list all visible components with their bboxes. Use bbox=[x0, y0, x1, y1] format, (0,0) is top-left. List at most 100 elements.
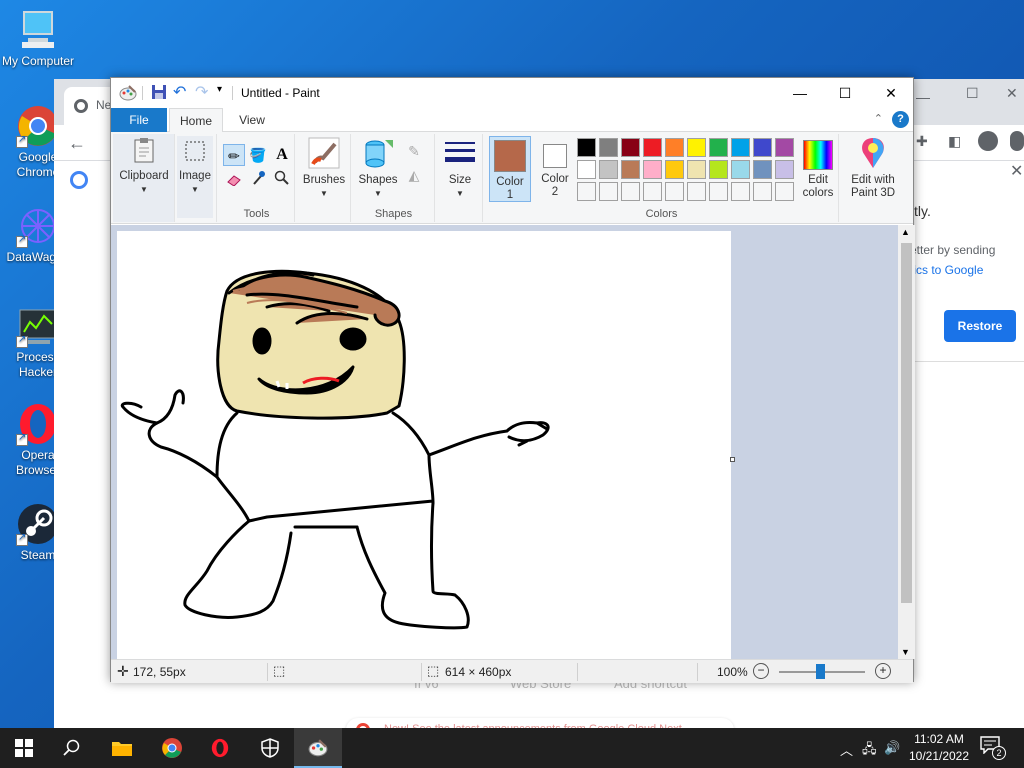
palette-swatch[interactable] bbox=[577, 138, 596, 157]
palette-swatch[interactable] bbox=[643, 138, 662, 157]
palette-swatch[interactable] bbox=[577, 182, 596, 201]
shortcut-arrow-icon bbox=[16, 532, 28, 546]
palette-swatch[interactable] bbox=[731, 160, 750, 179]
scroll-down-arrow-icon[interactable]: ▼ bbox=[901, 647, 910, 657]
colors-group-label: Colors bbox=[645, 208, 678, 220]
zoom-slider-thumb[interactable] bbox=[816, 664, 825, 679]
color1-button[interactable]: Color 1 bbox=[489, 136, 531, 202]
taskbar-file-explorer[interactable] bbox=[98, 728, 146, 768]
paint-window[interactable]: ↶ ↷ ▾ Untitled - Paint — ☐ ✕ File Home V… bbox=[110, 77, 915, 683]
restore-button[interactable]: Restore bbox=[944, 310, 1016, 342]
chrome-dialog-close-icon[interactable]: ✕ bbox=[1010, 161, 1023, 181]
palette-swatch[interactable] bbox=[665, 138, 684, 157]
paint-titlebar[interactable]: ↶ ↷ ▾ Untitled - Paint — ☐ ✕ bbox=[111, 78, 913, 108]
desktop-icon-my-computer[interactable]: My Computer bbox=[0, 8, 76, 69]
palette-swatch[interactable] bbox=[753, 182, 772, 201]
chrome-menu-icon[interactable] bbox=[1010, 131, 1024, 151]
minimize-button[interactable]: — bbox=[777, 78, 823, 108]
palette-swatch[interactable] bbox=[731, 182, 750, 201]
size-button[interactable]: Size ▼ bbox=[439, 138, 481, 200]
search-button[interactable] bbox=[48, 728, 96, 768]
drawing-canvas[interactable] bbox=[117, 231, 731, 659]
canvas-resize-handle[interactable] bbox=[730, 457, 735, 462]
palette-swatch[interactable] bbox=[643, 160, 662, 179]
tab-view[interactable]: View bbox=[229, 108, 275, 132]
palette-swatch[interactable] bbox=[731, 138, 750, 157]
palette-swatch[interactable] bbox=[709, 182, 728, 201]
right-hand bbox=[505, 421, 550, 447]
palette-swatch[interactable] bbox=[709, 138, 728, 157]
paint-app-icon[interactable] bbox=[119, 84, 137, 105]
show-hidden-icons-icon[interactable]: ︿ bbox=[840, 740, 853, 759]
pencil-icon[interactable]: ✏ bbox=[223, 144, 245, 166]
palette-swatch[interactable] bbox=[621, 182, 640, 201]
tab-home[interactable]: Home bbox=[169, 108, 223, 132]
shapes-button[interactable]: Shapes ▼ bbox=[355, 136, 401, 200]
network-icon[interactable]: 🖧 bbox=[862, 740, 877, 762]
palette-swatch[interactable] bbox=[577, 160, 596, 179]
eraser-icon[interactable] bbox=[223, 170, 245, 192]
chrome-maximize-button[interactable]: ☐ bbox=[966, 85, 979, 102]
palette-swatch[interactable] bbox=[753, 160, 772, 179]
color2-swatch bbox=[543, 144, 567, 168]
back-arrow-icon[interactable]: ← bbox=[68, 133, 86, 154]
scrollbar-thumb[interactable] bbox=[901, 243, 912, 603]
help-icon[interactable]: ? bbox=[892, 111, 909, 128]
profile-avatar-icon[interactable] bbox=[978, 131, 998, 151]
fill-icon[interactable]: 🪣 bbox=[247, 144, 269, 166]
customize-quick-access-icon[interactable]: ▾ bbox=[217, 84, 222, 95]
vertical-scrollbar[interactable]: ▲ ▼ bbox=[898, 225, 915, 659]
clock[interactable]: 11:02 AM 10/21/2022 bbox=[904, 731, 974, 765]
outline-icon[interactable]: ✎ bbox=[403, 140, 425, 162]
close-button[interactable]: ✕ bbox=[868, 78, 914, 108]
palette-swatch[interactable] bbox=[599, 138, 618, 157]
palette-swatch[interactable] bbox=[709, 160, 728, 179]
edit-colors-button[interactable]: Edit colors bbox=[797, 136, 839, 200]
taskbar-paint[interactable] bbox=[294, 728, 342, 768]
extensions-icon[interactable]: ✚ bbox=[916, 133, 928, 150]
taskbar-opera[interactable] bbox=[196, 728, 244, 768]
redo-icon[interactable]: ↷ bbox=[195, 82, 208, 102]
scroll-up-arrow-icon[interactable]: ▲ bbox=[901, 227, 910, 237]
save-icon[interactable] bbox=[151, 84, 167, 103]
color-picker-icon[interactable] bbox=[247, 170, 269, 192]
volume-icon[interactable]: 🔊 bbox=[884, 740, 900, 756]
palette-swatch[interactable] bbox=[753, 138, 772, 157]
palette-swatch[interactable] bbox=[687, 160, 706, 179]
palette-swatch[interactable] bbox=[599, 182, 618, 201]
magnifier-icon[interactable] bbox=[271, 170, 293, 192]
brushes-label: Brushes bbox=[302, 174, 346, 186]
side-panel-icon[interactable]: ◧ bbox=[948, 133, 961, 150]
taskbar-security[interactable] bbox=[246, 728, 294, 768]
palette-swatch[interactable] bbox=[687, 138, 706, 157]
chrome-close-button[interactable]: ✕ bbox=[1006, 85, 1018, 102]
maximize-button[interactable]: ☐ bbox=[822, 78, 868, 108]
palette-swatch[interactable] bbox=[775, 182, 794, 201]
edit-with-paint3d-button[interactable]: Edit with Paint 3D bbox=[845, 136, 901, 200]
palette-swatch[interactable] bbox=[599, 160, 618, 179]
taskbar-chrome[interactable] bbox=[148, 728, 196, 768]
collapse-ribbon-icon[interactable]: ⌃ bbox=[874, 112, 883, 125]
palette-swatch[interactable] bbox=[643, 182, 662, 201]
palette-swatch[interactable] bbox=[621, 138, 640, 157]
zoom-in-button[interactable]: + bbox=[875, 663, 891, 679]
color2-button[interactable]: Color 2 bbox=[535, 136, 575, 202]
text-icon[interactable]: A bbox=[271, 144, 293, 166]
tab-file[interactable]: File bbox=[111, 108, 167, 132]
start-button[interactable] bbox=[0, 728, 48, 768]
zoom-out-button[interactable]: − bbox=[753, 663, 769, 679]
palette-swatch[interactable] bbox=[687, 182, 706, 201]
shape-fill-icon[interactable]: ◭ bbox=[403, 164, 425, 186]
palette-swatch[interactable] bbox=[775, 160, 794, 179]
undo-icon[interactable]: ↶ bbox=[173, 82, 186, 102]
palette-swatch[interactable] bbox=[621, 160, 640, 179]
chrome-minimize-button[interactable]: — bbox=[916, 89, 930, 105]
shapes-group-label: Shapes bbox=[374, 208, 413, 220]
palette-swatch[interactable] bbox=[665, 160, 684, 179]
palette-swatch[interactable] bbox=[775, 138, 794, 157]
notification-center-button[interactable]: 2 bbox=[980, 736, 1006, 760]
image-button[interactable]: Image ▼ bbox=[177, 136, 213, 218]
palette-swatch[interactable] bbox=[665, 182, 684, 201]
brushes-button[interactable]: Brushes ▼ bbox=[299, 136, 349, 200]
clipboard-button[interactable]: Clipboard ▼ bbox=[117, 136, 171, 196]
